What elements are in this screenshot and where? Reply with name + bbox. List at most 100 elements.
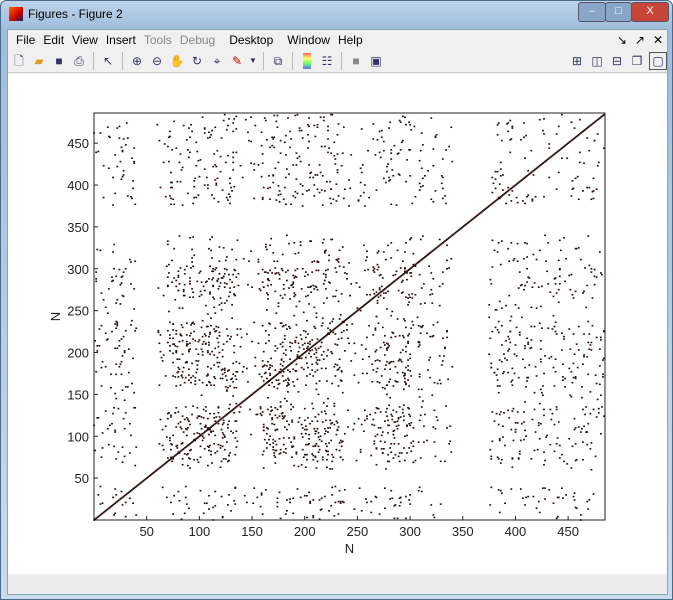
nonzero-mark	[396, 318, 399, 320]
rotate-3d-icon[interactable]: ↻	[189, 53, 205, 69]
zoom-in-icon[interactable]: ⊕	[129, 53, 145, 69]
nonzero-mark	[201, 350, 204, 353]
nonzero-mark	[407, 359, 409, 361]
nonzero-mark	[300, 423, 303, 426]
nonzero-mark	[193, 458, 196, 461]
nonzero-mark	[308, 189, 310, 191]
menu-tools[interactable]: Tools	[140, 33, 176, 47]
nonzero-mark	[334, 485, 337, 488]
nonzero-mark	[174, 412, 177, 414]
zoom-out-icon[interactable]: ⊖	[149, 53, 165, 69]
nonzero-mark	[166, 243, 169, 246]
nonzero-mark	[523, 411, 525, 413]
nonzero-mark	[222, 119, 225, 122]
colorbar-icon[interactable]	[303, 53, 311, 69]
open-file-icon[interactable]: ▰	[31, 53, 47, 69]
data-cursor-icon[interactable]: ⌖	[209, 53, 225, 69]
nonzero-mark	[517, 307, 520, 309]
nonzero-mark	[296, 192, 299, 195]
nonzero-mark	[496, 368, 499, 371]
nonzero-mark	[179, 384, 182, 386]
nonzero-mark	[513, 257, 516, 260]
pan-icon[interactable]: ✋	[169, 53, 185, 69]
menu-file[interactable]: File	[12, 33, 39, 47]
nonzero-mark	[544, 234, 546, 237]
save-icon[interactable]: ■	[51, 53, 67, 69]
new-figure-icon[interactable]: 🗋	[11, 53, 27, 69]
nonzero-mark	[309, 502, 311, 505]
legend-icon[interactable]: ☷	[319, 53, 335, 69]
nonzero-mark	[114, 347, 117, 350]
menu-edit[interactable]: Edit	[39, 33, 68, 47]
show-plot-tools-icon[interactable]: ▣	[368, 53, 384, 69]
maximize-figure-icon[interactable]: ▢	[649, 52, 667, 70]
link-plot-icon[interactable]: ⧉	[270, 53, 286, 69]
float-icon[interactable]: ❐	[629, 53, 645, 69]
nonzero-mark	[578, 118, 581, 121]
nonzero-mark	[409, 175, 412, 177]
close-button[interactable]: X	[631, 2, 669, 22]
nonzero-mark	[296, 113, 299, 116]
nonzero-mark	[210, 453, 212, 456]
hide-plot-tools-icon[interactable]: ■	[348, 53, 364, 69]
nonzero-mark	[383, 344, 386, 346]
nonzero-mark	[186, 427, 189, 429]
nonzero-mark	[218, 334, 221, 337]
y-tick-label: 150	[67, 387, 89, 402]
nonzero-mark	[241, 176, 244, 179]
menu-view[interactable]: View	[68, 33, 102, 47]
dock-icon[interactable]: ↘	[613, 33, 631, 47]
menu-window[interactable]: Window	[283, 33, 334, 47]
edit-plot-icon[interactable]: ↖	[100, 53, 116, 69]
tile-columns-icon[interactable]: ◫	[589, 53, 605, 69]
nonzero-mark	[363, 419, 366, 422]
undock-icon[interactable]: ↗	[631, 33, 649, 47]
nonzero-mark	[571, 180, 574, 182]
nonzero-mark	[271, 418, 274, 421]
nonzero-mark	[121, 275, 124, 278]
nonzero-mark	[292, 381, 295, 383]
tile-rows-icon[interactable]: ⊟	[609, 53, 625, 69]
nonzero-mark	[417, 441, 420, 443]
nonzero-mark	[168, 412, 170, 414]
nonzero-mark	[118, 365, 121, 368]
menu-help[interactable]: Help	[334, 33, 367, 47]
minimize-button[interactable]: –	[578, 2, 606, 22]
tile-grid-icon[interactable]: ⊞	[569, 53, 585, 69]
nonzero-mark	[205, 176, 208, 179]
nonzero-mark	[98, 345, 101, 347]
nonzero-mark	[355, 459, 358, 462]
nonzero-mark	[280, 267, 283, 270]
close-figure-icon[interactable]: ✕	[649, 33, 667, 47]
nonzero-mark	[330, 188, 333, 191]
brush-icon[interactable]: ✎	[229, 53, 245, 69]
menu-debug[interactable]: Debug	[176, 33, 219, 47]
nonzero-mark	[111, 330, 113, 333]
nonzero-mark	[540, 285, 543, 288]
maximize-button[interactable]: □	[605, 2, 632, 22]
nonzero-mark	[269, 364, 271, 366]
nonzero-mark	[297, 252, 300, 254]
nonzero-mark	[301, 205, 304, 207]
nonzero-mark	[359, 309, 362, 312]
nonzero-mark	[289, 341, 291, 344]
nonzero-mark	[257, 261, 260, 263]
nonzero-mark	[589, 412, 592, 415]
nonzero-mark	[547, 242, 550, 244]
nonzero-mark	[185, 453, 188, 456]
nonzero-mark	[235, 402, 238, 405]
nonzero-mark	[418, 373, 421, 376]
nonzero-mark	[539, 388, 542, 391]
print-icon[interactable]: ⎙	[71, 53, 87, 69]
nonzero-mark	[315, 382, 318, 385]
nonzero-mark	[390, 442, 393, 445]
nonzero-mark	[188, 350, 190, 353]
brush-dropdown-icon[interactable]: ▼	[249, 53, 257, 69]
nonzero-mark	[590, 267, 593, 270]
nonzero-mark	[185, 428, 188, 431]
nonzero-mark	[583, 425, 585, 428]
nonzero-mark	[227, 423, 229, 426]
menu-insert[interactable]: Insert	[102, 33, 140, 47]
menu-desktop[interactable]: Desktop	[225, 33, 277, 47]
nonzero-mark	[430, 198, 433, 201]
